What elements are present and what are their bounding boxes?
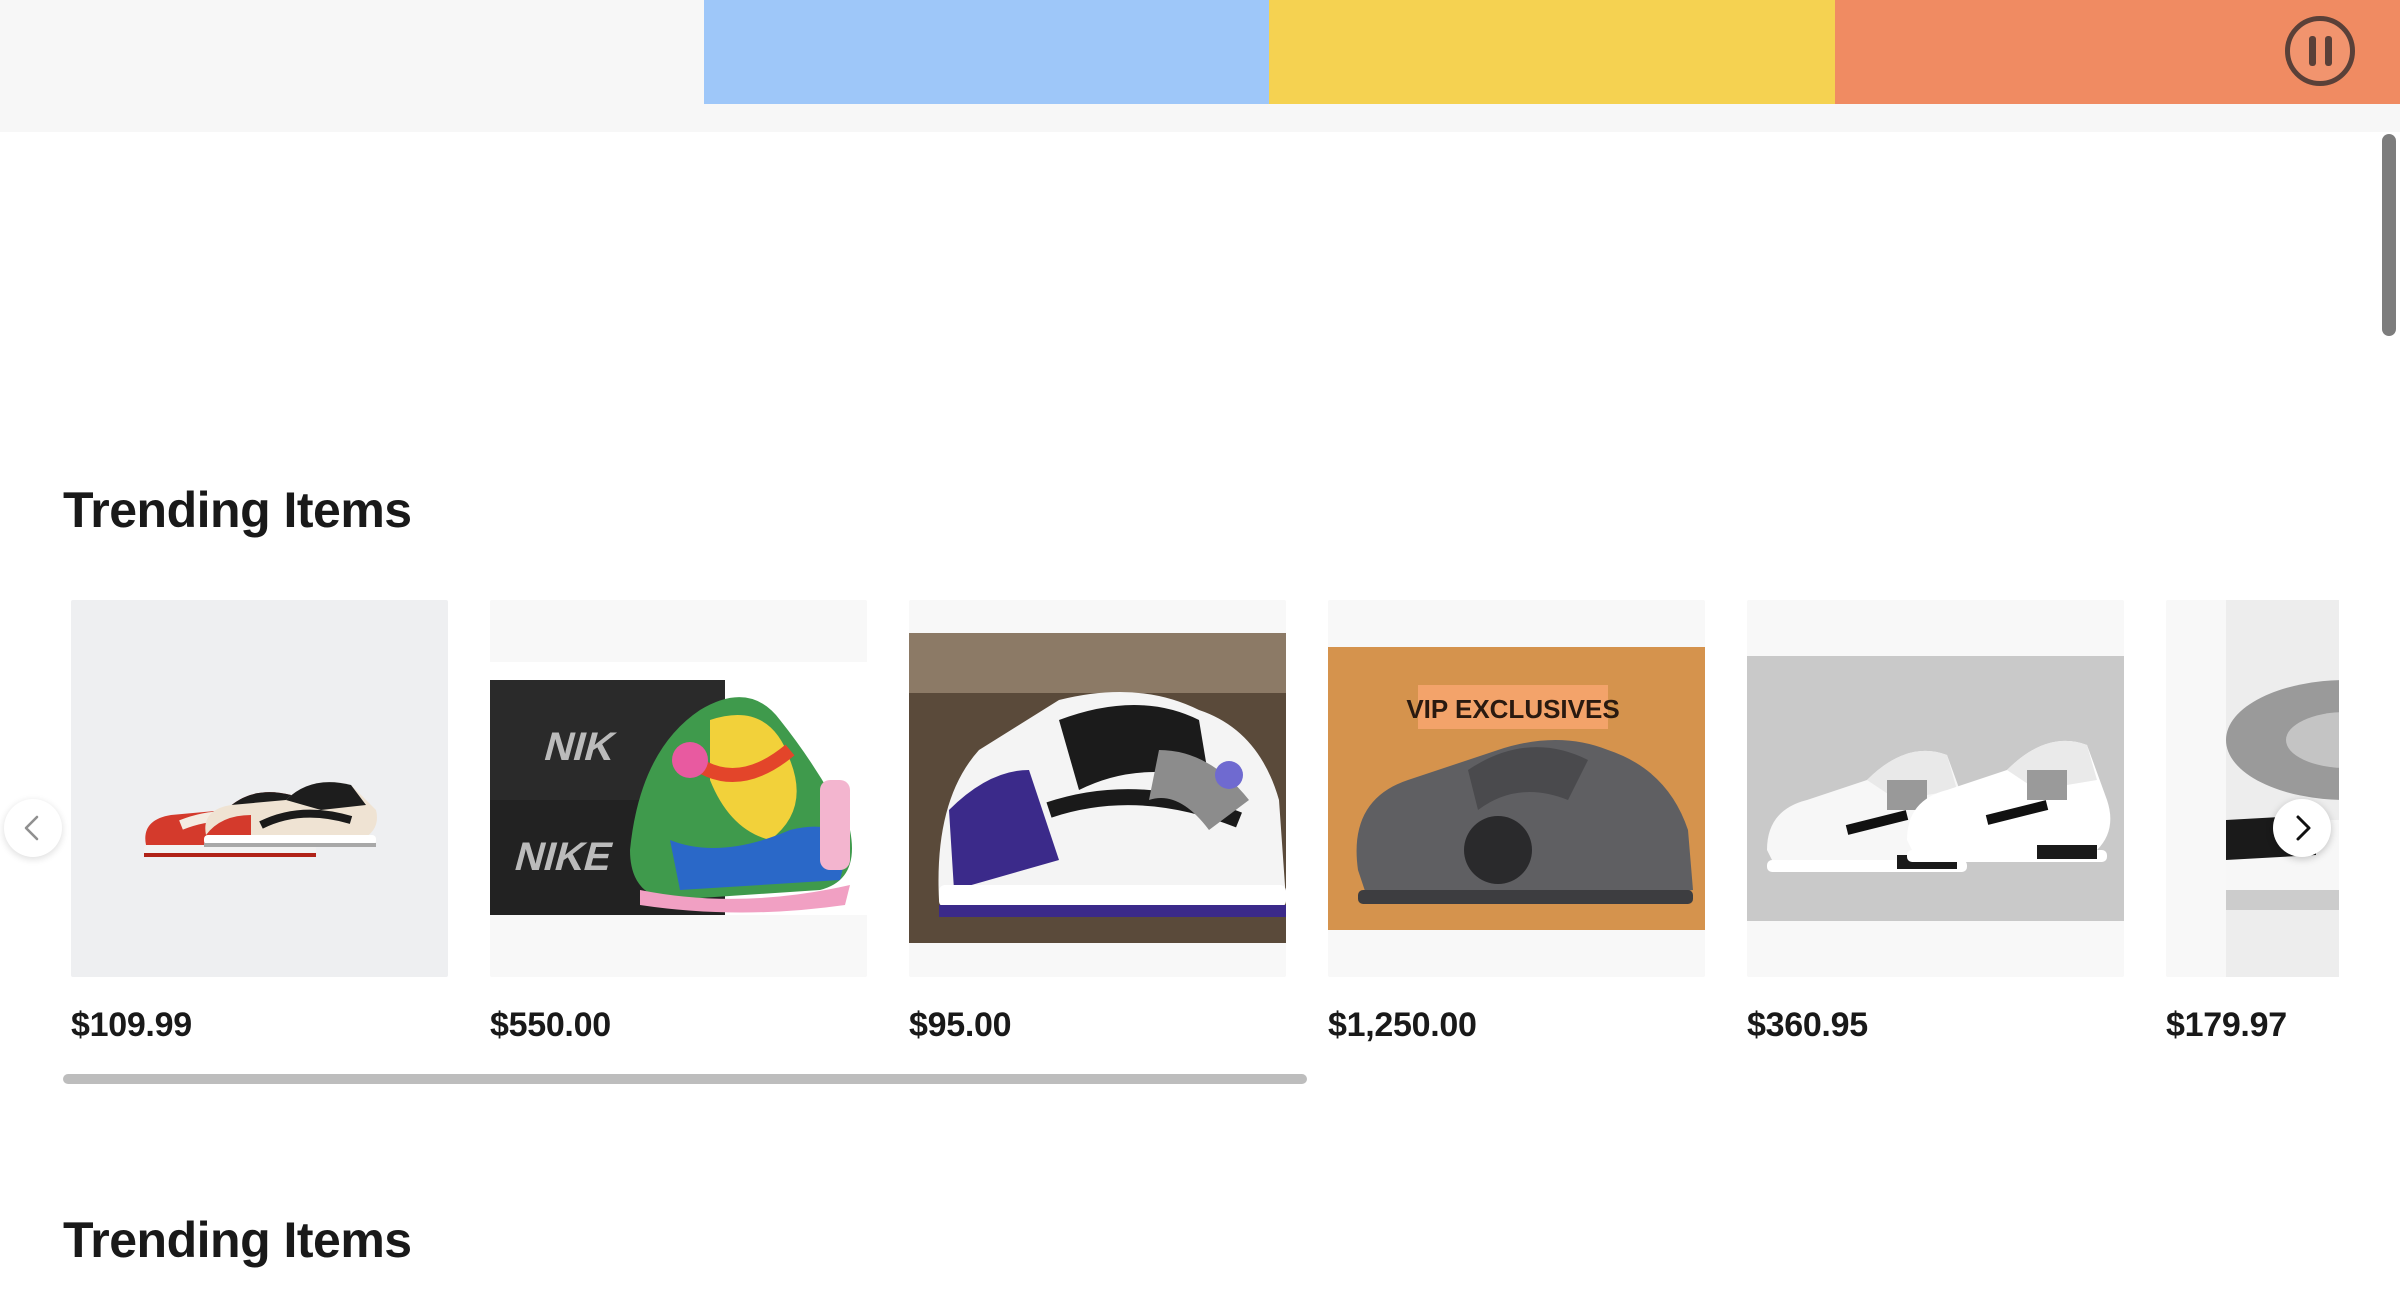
carousel-viewport: $109.99 NIK NIKE $550.00 $95.00 VIP EXCL…: [63, 600, 2339, 1070]
trending-items-carousel: $109.99 NIK NIKE $550.00 $95.00 VIP EXCL…: [63, 600, 2339, 1090]
product-card[interactable]: VIP EXCLUSIVES $1,250.00: [1328, 600, 1705, 1044]
pause-icon-bar: [2324, 36, 2332, 66]
product-image[interactable]: [909, 600, 1286, 977]
carousel-prev-button[interactable]: [4, 799, 62, 857]
chevron-right-icon: [2296, 815, 2311, 841]
promo-banner: [0, 0, 2400, 132]
svg-text:NIKE: NIKE: [510, 834, 618, 879]
section-title: Trending Items: [63, 482, 412, 538]
product-price[interactable]: $360.95: [1747, 1006, 1868, 1045]
section-title: Trending Items: [63, 1212, 412, 1268]
product-price[interactable]: $1,250.00: [1328, 1006, 1477, 1045]
product-price[interactable]: $109.99: [71, 1006, 192, 1045]
carousel-next-button[interactable]: [2273, 799, 2331, 857]
page-scrollbar-thumb[interactable]: [2382, 134, 2396, 336]
svg-text:NIK: NIK: [540, 724, 622, 769]
banner-stripe-blue: [704, 0, 1269, 104]
product-card[interactable]: $179.97: [2166, 600, 2339, 1044]
product-card[interactable]: $360.95: [1747, 600, 2124, 1044]
product-card[interactable]: $95.00: [909, 600, 1286, 1044]
product-price[interactable]: $550.00: [490, 1006, 611, 1045]
product-image[interactable]: NIK NIKE: [490, 600, 867, 977]
product-image[interactable]: [2166, 600, 2339, 977]
product-image[interactable]: VIP EXCLUSIVES: [1328, 600, 1705, 977]
product-price[interactable]: $179.97: [2166, 1006, 2287, 1045]
vip-exclusives-label: VIP EXCLUSIVES: [1406, 694, 1619, 724]
product-image[interactable]: [71, 600, 448, 977]
product-price[interactable]: $95.00: [909, 1006, 1012, 1045]
chevron-left-icon: [24, 815, 39, 841]
pause-button[interactable]: [2285, 16, 2355, 86]
carousel-scrollbar[interactable]: [63, 1074, 1307, 1084]
banner-stripe-yellow: [1269, 0, 1835, 104]
product-card[interactable]: NIK NIKE $550.00: [490, 600, 867, 1044]
product-card[interactable]: $109.99: [71, 600, 448, 1044]
pause-icon: [2308, 36, 2316, 66]
product-image[interactable]: [1747, 600, 2124, 977]
